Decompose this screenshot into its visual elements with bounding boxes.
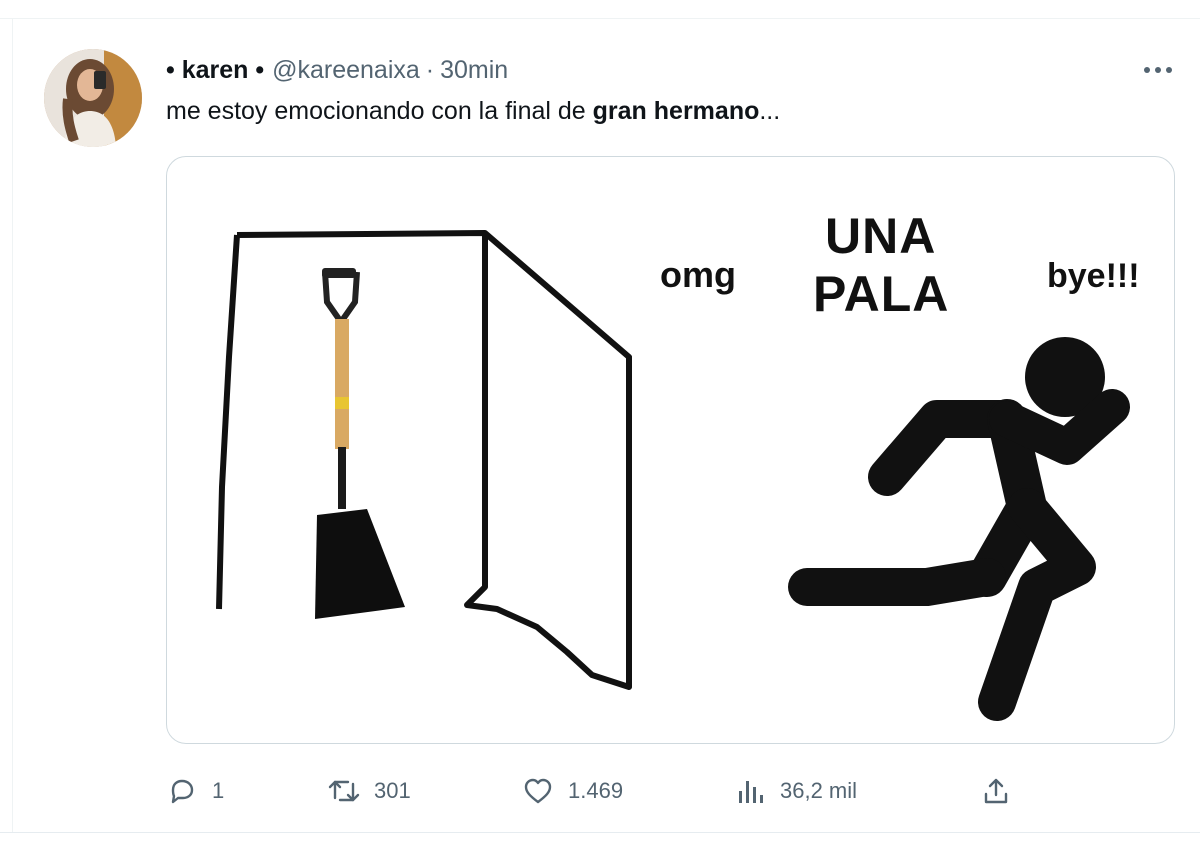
retweet-count: 301 bbox=[374, 778, 411, 803]
running-figure bbox=[788, 337, 1130, 721]
tweet[interactable]: • karen • @kareenaixa · 30min me estoy e… bbox=[0, 19, 1200, 832]
tweet-actions: 1 301 1.469 36,2 mil bbox=[166, 771, 1066, 811]
views-button[interactable]: 36,2 mil bbox=[734, 771, 857, 811]
retweet-button[interactable]: 301 bbox=[328, 771, 411, 811]
meme-image bbox=[216, 230, 1130, 721]
views-chart-icon bbox=[734, 775, 766, 807]
separator-dot: · bbox=[425, 55, 435, 84]
reply-count: 1 bbox=[212, 778, 225, 803]
meme-text-bye: bye!!! bbox=[1047, 257, 1140, 295]
views-count: 36,2 mil bbox=[780, 778, 858, 803]
shovel-drawing bbox=[315, 268, 405, 619]
like-button[interactable]: 1.469 bbox=[522, 771, 623, 811]
share-icon bbox=[980, 775, 1012, 807]
avatar-photo bbox=[44, 49, 142, 147]
heart-icon bbox=[522, 775, 554, 807]
share-button[interactable] bbox=[980, 771, 1012, 811]
tweet-header: • karen • @kareenaixa · 30min bbox=[166, 53, 508, 87]
like-count: 1.469 bbox=[568, 778, 624, 803]
tweet-divider bbox=[0, 832, 1200, 833]
timeline-border bbox=[12, 19, 13, 832]
tweet-text-prefix: me estoy emocionando con la final de bbox=[166, 97, 593, 125]
timestamp[interactable]: 30min bbox=[440, 56, 508, 85]
reply-button[interactable]: 1 bbox=[166, 771, 224, 811]
meme-text-pala: PALA bbox=[813, 266, 950, 322]
display-name[interactable]: • karen • bbox=[166, 56, 264, 85]
tweet-media[interactable]: omg UNA PALA bye!!! bbox=[166, 156, 1175, 744]
more-button[interactable] bbox=[1136, 55, 1180, 85]
meme-text-omg: omg bbox=[660, 254, 736, 295]
tweet-text: me estoy emocionando con la final de gra… bbox=[166, 97, 780, 126]
retweet-icon bbox=[328, 775, 360, 807]
user-handle[interactable]: @kareenaixa bbox=[272, 56, 420, 85]
tweet-text-suffix: ... bbox=[759, 97, 781, 125]
avatar[interactable] bbox=[44, 49, 142, 147]
tweet-text-bold: gran hermano bbox=[592, 97, 760, 125]
meme-text-una: UNA bbox=[825, 208, 937, 264]
reply-icon bbox=[166, 775, 198, 807]
more-horizontal-icon bbox=[1144, 67, 1172, 73]
